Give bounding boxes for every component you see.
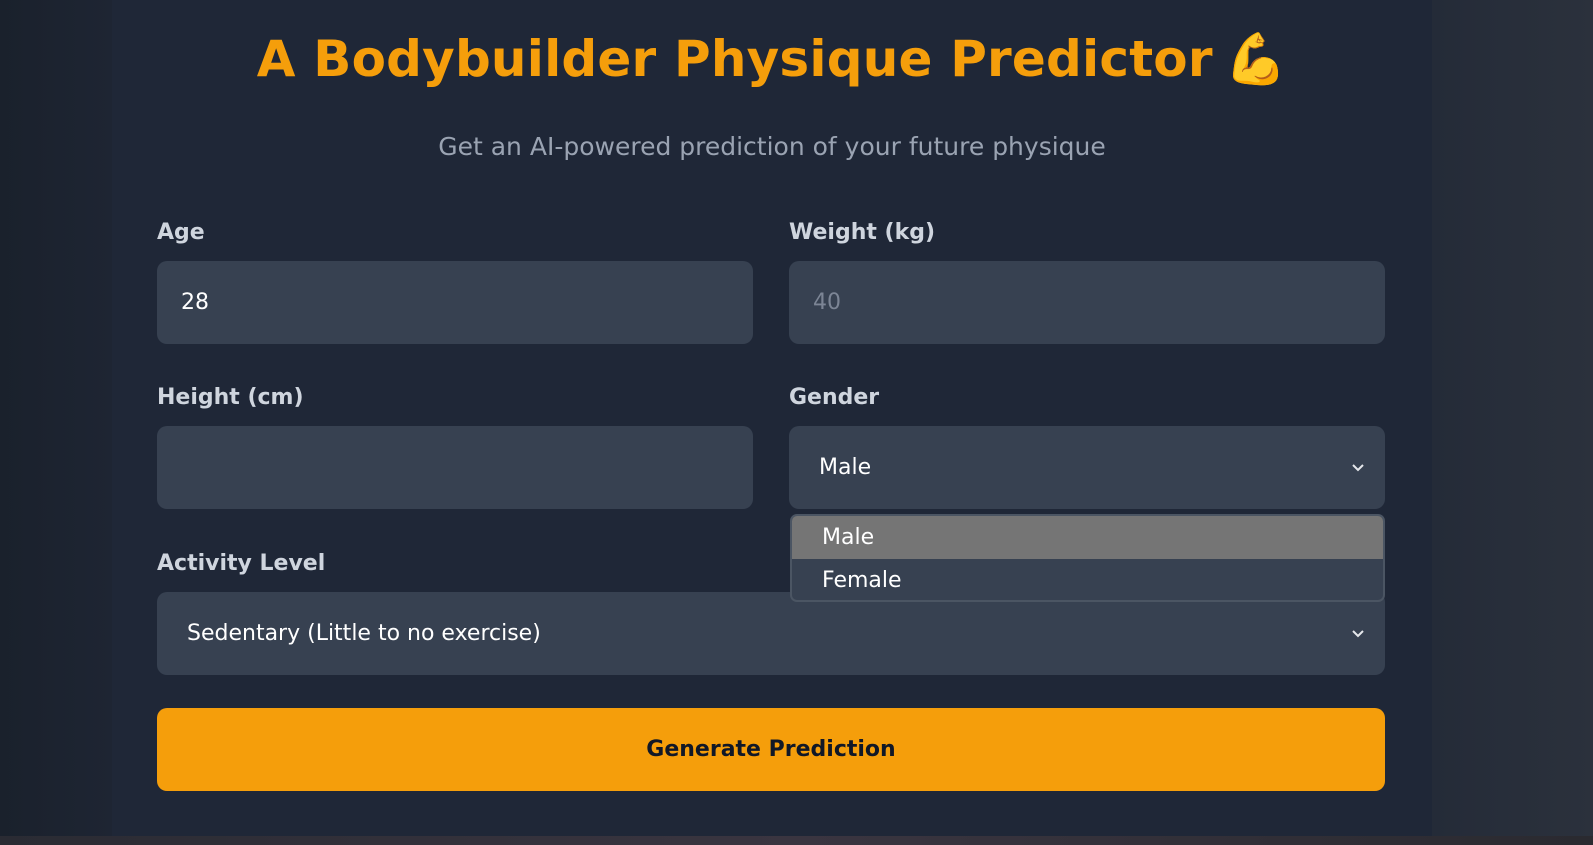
chevron-down-icon [1351,457,1365,478]
gender-select[interactable]: Male [789,426,1385,509]
activity-select-value: Sedentary (Little to no exercise) [187,621,541,646]
height-input[interactable] [157,426,753,509]
page-title: A Bodybuilder Physique Predictor 💪 [112,30,1432,89]
generate-prediction-button[interactable]: Generate Prediction [157,708,1385,791]
gender-option-male[interactable]: Male [792,516,1383,559]
taskbar-strip [0,836,1593,845]
flexed-biceps-icon: 💪 [1224,30,1288,88]
age-input[interactable]: 28 [157,261,753,344]
gender-select-value: Male [819,455,872,480]
age-input-value: 28 [181,290,209,315]
age-label: Age [157,220,205,245]
chevron-down-icon [1351,623,1365,644]
weight-input[interactable]: 40 [789,261,1385,344]
page-subtitle: Get an AI-powered prediction of your fut… [438,132,1106,161]
background-right [1431,0,1593,838]
gender-label: Gender [789,385,880,410]
background-left [0,0,112,838]
activity-select[interactable]: Sedentary (Little to no exercise) [157,592,1385,675]
gender-option-female[interactable]: Female [792,559,1383,600]
activity-label: Activity Level [157,551,326,576]
weight-input-placeholder: 40 [813,290,841,315]
height-label: Height (cm) [157,385,304,410]
weight-label: Weight (kg) [789,220,936,245]
gender-dropdown-list: Male Female [790,514,1385,602]
page-title-text: A Bodybuilder Physique Predictor [256,30,1213,88]
